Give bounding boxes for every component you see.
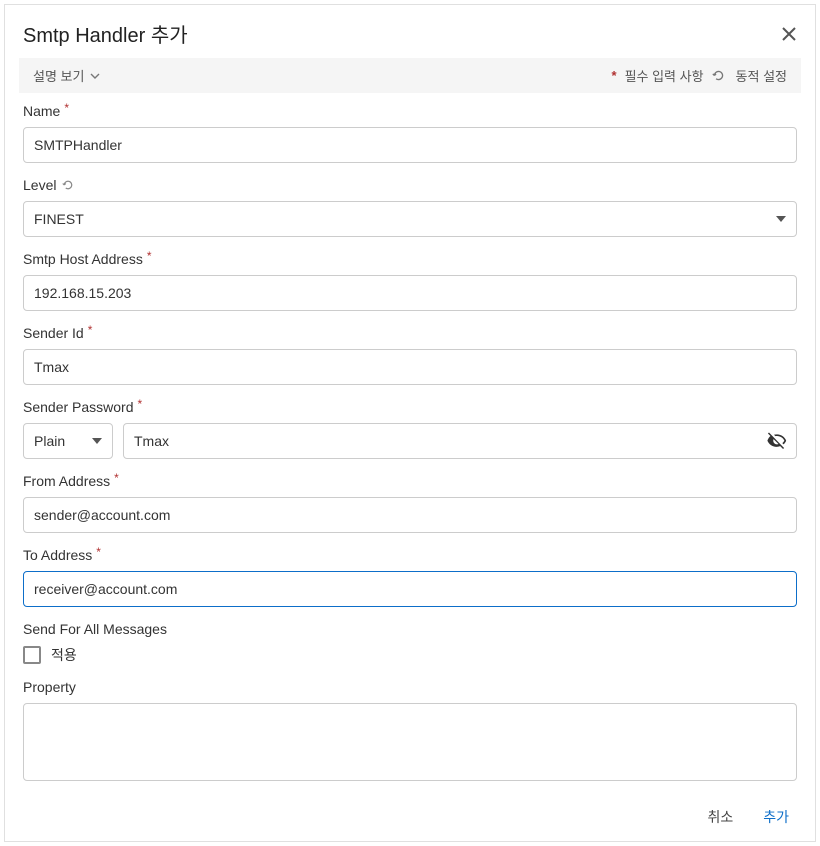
required-legend-label: 필수 입력 사항 bbox=[625, 66, 704, 85]
chevron-down-icon bbox=[92, 438, 102, 444]
field-send-all: Send For All Messages 적용 bbox=[23, 621, 797, 665]
required-star-icon: * bbox=[612, 68, 617, 83]
required-star-icon: * bbox=[64, 102, 69, 114]
send-all-checkbox-row: 적용 bbox=[23, 645, 797, 665]
legend-bar: 설명 보기 * 필수 입력 사항 동적 설정 bbox=[19, 58, 801, 93]
required-star-icon: * bbox=[88, 324, 93, 336]
to-address-input[interactable] bbox=[23, 571, 797, 607]
field-smtp-host: Smtp Host Address * bbox=[23, 251, 797, 311]
field-to-address: To Address * bbox=[23, 547, 797, 607]
level-value: FINEST bbox=[34, 211, 84, 227]
cancel-button[interactable]: 취소 bbox=[707, 807, 733, 827]
view-description-toggle[interactable]: 설명 보기 bbox=[33, 66, 100, 85]
refresh-icon bbox=[712, 69, 726, 83]
sender-password-input[interactable] bbox=[123, 423, 797, 459]
property-label: Property bbox=[23, 679, 797, 695]
field-level: Level FINEST bbox=[23, 177, 797, 237]
dialog-footer: 취소 추가 bbox=[5, 793, 815, 841]
property-textarea[interactable] bbox=[23, 703, 797, 781]
legend-right: * 필수 입력 사항 동적 설정 bbox=[612, 66, 788, 85]
required-star-icon: * bbox=[138, 398, 143, 410]
send-all-checkbox[interactable] bbox=[23, 646, 41, 664]
smtp-host-label: Smtp Host Address * bbox=[23, 251, 797, 267]
password-row: Plain bbox=[23, 423, 797, 459]
visibility-toggle[interactable] bbox=[767, 431, 787, 451]
sender-id-label: Sender Id * bbox=[23, 325, 797, 341]
name-input[interactable] bbox=[23, 127, 797, 163]
submit-button[interactable]: 추가 bbox=[763, 807, 789, 827]
close-icon bbox=[781, 26, 797, 42]
field-sender-password: Sender Password * Plain bbox=[23, 399, 797, 459]
from-address-label: From Address * bbox=[23, 473, 797, 489]
level-label: Level bbox=[23, 177, 797, 193]
field-property: Property bbox=[23, 679, 797, 784]
send-all-checkbox-label: 적용 bbox=[51, 645, 77, 665]
form-body: Name * Level FINEST Smtp Host Address bbox=[5, 93, 815, 793]
dynamic-legend-label: 동적 설정 bbox=[736, 66, 787, 85]
dialog-header: Smtp Handler 추가 bbox=[5, 5, 815, 58]
required-star-icon: * bbox=[114, 472, 119, 484]
from-address-input[interactable] bbox=[23, 497, 797, 533]
dialog-title: Smtp Handler 추가 bbox=[23, 19, 188, 48]
field-name: Name * bbox=[23, 103, 797, 163]
required-star-icon: * bbox=[147, 250, 152, 262]
send-all-label: Send For All Messages bbox=[23, 621, 797, 637]
field-from-address: From Address * bbox=[23, 473, 797, 533]
level-select[interactable]: FINEST bbox=[23, 201, 797, 237]
eye-off-icon bbox=[767, 431, 787, 451]
refresh-icon bbox=[62, 179, 74, 191]
to-address-label: To Address * bbox=[23, 547, 797, 563]
required-star-icon: * bbox=[96, 546, 101, 558]
view-description-label: 설명 보기 bbox=[33, 66, 84, 85]
chevron-down-icon bbox=[776, 216, 786, 222]
smtp-host-input[interactable] bbox=[23, 275, 797, 311]
password-mode-value: Plain bbox=[34, 433, 65, 449]
password-input-wrap bbox=[123, 423, 797, 459]
close-button[interactable] bbox=[779, 24, 799, 44]
sender-password-label: Sender Password * bbox=[23, 399, 797, 415]
field-sender-id: Sender Id * bbox=[23, 325, 797, 385]
name-label: Name * bbox=[23, 103, 797, 119]
chevron-down-icon bbox=[90, 73, 100, 79]
password-mode-select[interactable]: Plain bbox=[23, 423, 113, 459]
smtp-handler-dialog: Smtp Handler 추가 설명 보기 * 필수 입력 사항 동적 설정 N… bbox=[4, 4, 816, 842]
sender-id-input[interactable] bbox=[23, 349, 797, 385]
